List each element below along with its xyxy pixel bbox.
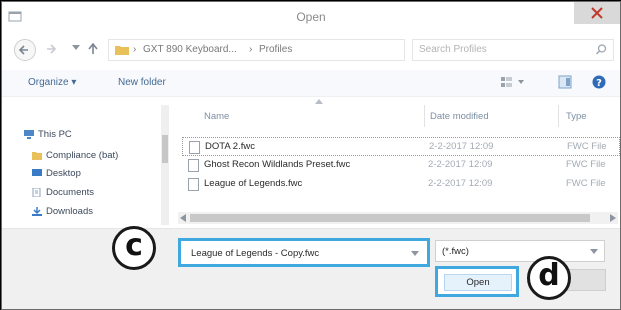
open-button-highlight: Open — [435, 266, 519, 297]
sort-ascending-icon — [315, 99, 323, 104]
title-bar: Open — [2, 2, 620, 32]
dialog-title: Open — [296, 10, 326, 24]
file-icon — [189, 141, 200, 154]
back-button[interactable] — [14, 39, 36, 61]
open-dialog: Open › GXT 890 Keyboard... › Profiles Se… — [1, 1, 621, 310]
forward-button[interactable] — [42, 40, 60, 58]
svg-text:?: ? — [596, 78, 602, 89]
column-separator[interactable] — [558, 105, 559, 127]
command-toolbar: Organize ▾ New folder ? — [2, 70, 620, 97]
callout-d: d — [527, 256, 571, 300]
file-icon — [188, 159, 199, 172]
search-placeholder: Search Profiles — [419, 44, 487, 55]
callout-c: c — [112, 226, 156, 270]
file-row[interactable]: DOTA 2.fwc 2-2-2017 12:09 FWC File — [182, 137, 620, 156]
file-row[interactable]: Ghost Recon Wildlands Preset.fwc 2-2-201… — [182, 156, 618, 173]
new-folder-button[interactable]: New folder — [118, 77, 166, 88]
file-name-value: League of Legends - Copy.fwc — [191, 248, 320, 259]
folder-icon — [115, 46, 129, 55]
nav-item-downloads[interactable]: Downloads — [32, 206, 93, 217]
file-name-input[interactable]: League of Legends - Copy.fwc — [178, 238, 430, 267]
back-arrow-icon — [18, 45, 28, 55]
documents-icon — [32, 188, 41, 197]
address-row: › GXT 890 Keyboard... › Profiles Search … — [2, 34, 620, 66]
file-date: 2-2-2017 12:09 — [428, 178, 493, 189]
file-row[interactable]: League of Legends.fwc 2-2-2017 12:09 FWC… — [182, 175, 618, 192]
chevron-down-icon[interactable] — [590, 249, 598, 255]
nav-item-this-pc[interactable]: This PC — [24, 129, 72, 140]
up-arrow-icon[interactable] — [86, 42, 100, 56]
horizontal-scrollbar[interactable] — [178, 212, 618, 224]
file-list: Name Date modified Type DOTA 2.fwc 2-2-2… — [178, 97, 620, 227]
breadcrumb-separator: › — [133, 44, 137, 55]
file-type: FWC File — [566, 159, 606, 170]
nav-pane-scrollbar[interactable] — [161, 105, 169, 225]
scrollbar-thumb[interactable] — [162, 135, 168, 163]
breadcrumb-item[interactable]: Profiles — [259, 44, 292, 55]
folder-icon — [32, 152, 42, 160]
recent-locations-chevron-icon[interactable] — [72, 45, 80, 51]
file-type-value: (*.fwc) — [442, 246, 469, 257]
nav-item-label: Documents — [46, 187, 95, 198]
downloads-icon — [32, 207, 42, 216]
column-header-name[interactable]: Name — [204, 111, 229, 122]
nav-item-label: Compliance (bat) — [46, 150, 119, 161]
computer-icon — [24, 130, 34, 139]
scroll-left-icon[interactable] — [180, 214, 186, 222]
open-button[interactable]: Open — [444, 274, 512, 291]
view-options-icon[interactable] — [500, 75, 526, 89]
breadcrumb-separator: › — [249, 44, 253, 55]
scrollbar-thumb[interactable] — [190, 214, 590, 222]
file-icon — [188, 178, 199, 191]
file-date: 2-2-2017 12:09 — [428, 159, 493, 170]
close-button[interactable] — [574, 2, 620, 24]
nav-item-label: This PC — [38, 129, 72, 140]
file-type: FWC File — [566, 178, 606, 189]
file-type-select[interactable]: (*.fwc) — [435, 240, 605, 262]
nav-item-label: Downloads — [46, 206, 93, 217]
column-separator[interactable] — [424, 105, 425, 127]
file-date: 2-2-2017 12:09 — [429, 141, 494, 152]
search-icon — [596, 44, 607, 55]
nav-item-compliance[interactable]: Compliance (bat) — [32, 150, 119, 161]
address-bar[interactable]: › GXT 890 Keyboard... › Profiles — [108, 39, 493, 61]
nav-item-desktop[interactable]: Desktop — [32, 168, 81, 179]
navigation-pane: This PC Compliance (bat) Desktop Documen… — [2, 97, 174, 227]
column-header-date-modified[interactable]: Date modified — [430, 111, 489, 122]
preview-pane-icon[interactable] — [558, 75, 572, 89]
search-input[interactable]: Search Profiles — [412, 39, 614, 61]
scroll-right-icon[interactable] — [610, 214, 616, 222]
nav-item-documents[interactable]: Documents — [32, 187, 95, 198]
close-icon — [591, 7, 603, 19]
file-type: FWC File — [567, 141, 607, 152]
dialog-footer: League of Legends - Copy.fwc (*.fwc) Ope… — [2, 229, 620, 309]
nav-item-label: Desktop — [46, 168, 81, 179]
organize-menu-button[interactable]: Organize ▾ — [28, 77, 76, 88]
column-header-type[interactable]: Type — [566, 111, 587, 122]
breadcrumb-item[interactable]: GXT 890 Keyboard... — [143, 44, 237, 55]
file-name: Ghost Recon Wildlands Preset.fwc — [204, 159, 351, 170]
chevron-down-icon[interactable] — [411, 251, 419, 257]
file-name: League of Legends.fwc — [204, 178, 303, 189]
desktop-icon — [32, 169, 42, 176]
help-icon[interactable]: ? — [592, 75, 606, 89]
file-name: DOTA 2.fwc — [205, 141, 255, 152]
